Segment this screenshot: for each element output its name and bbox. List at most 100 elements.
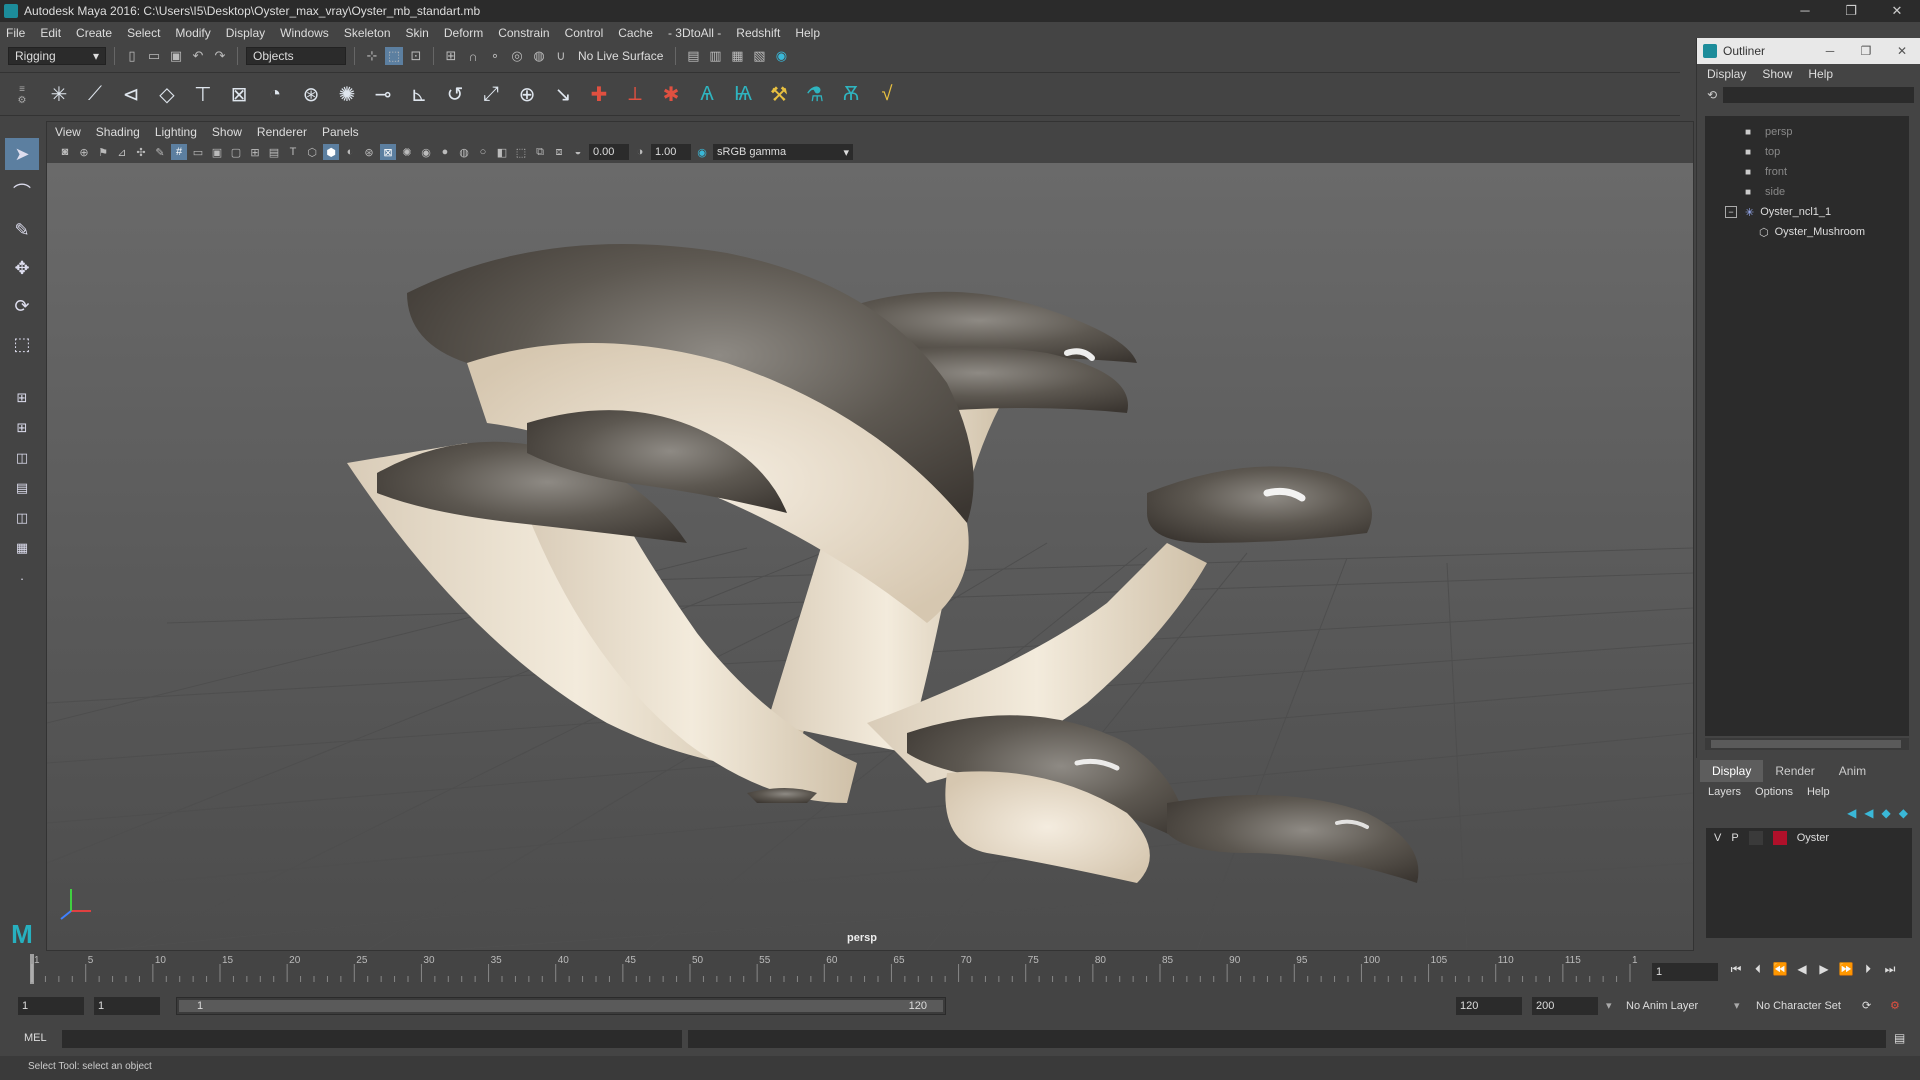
outliner-item-persp[interactable]: ■ persp: [1705, 122, 1909, 142]
move-layer-up-icon[interactable]: ◀: [1847, 806, 1856, 820]
current-frame-field[interactable]: 1: [1652, 963, 1718, 981]
menu-set-dropdown[interactable]: Rigging ▾: [8, 47, 106, 65]
play-forwards-icon[interactable]: ▶: [1816, 962, 1832, 980]
hypershade-icon[interactable]: ◉: [772, 47, 790, 65]
script-editor-icon[interactable]: ▤: [1894, 1031, 1910, 1047]
single-perspective-layout-icon[interactable]: ⊞: [5, 386, 39, 410]
cluster-icon[interactable]: ✺: [332, 79, 362, 109]
persp-graph-layout-icon[interactable]: ▤: [5, 476, 39, 500]
move-tool-icon[interactable]: ✥: [5, 252, 39, 284]
live-surface-label[interactable]: No Live Surface: [574, 49, 667, 63]
grid-icon[interactable]: #: [171, 144, 187, 160]
outliner-maximize-button[interactable]: ❐: [1848, 44, 1884, 58]
tab-anim[interactable]: Anim: [1827, 760, 1878, 782]
isolate-select-icon[interactable]: ◧: [494, 144, 510, 160]
script-language-label[interactable]: MEL: [24, 1032, 47, 1044]
lights-icon[interactable]: ⊠: [380, 144, 396, 160]
pole-vector-icon[interactable]: ↘: [548, 79, 578, 109]
lattice-icon[interactable]: ⊛: [296, 79, 326, 109]
step-back-key-icon[interactable]: ⏪: [1772, 962, 1788, 980]
camera-attributes-icon[interactable]: ◙: [57, 144, 73, 160]
move-layer-down-icon[interactable]: ◀: [1864, 806, 1873, 820]
two-d-pan-icon[interactable]: ✣: [133, 144, 149, 160]
chevron-down-icon[interactable]: ▾: [1734, 997, 1740, 1015]
step-forward-frame-icon[interactable]: ⏵: [1860, 962, 1876, 980]
xray-icon[interactable]: ⬚: [513, 144, 529, 160]
snap-view-icon[interactable]: ◎: [508, 47, 526, 65]
snap-surface-icon[interactable]: ◍: [530, 47, 548, 65]
panel-menu-view[interactable]: View: [55, 125, 81, 139]
skin-tool-icon[interactable]: Ѫ: [836, 79, 866, 109]
rotate-tool-icon[interactable]: ⟳: [5, 290, 39, 322]
select-tool-icon[interactable]: ➤: [5, 138, 39, 170]
outliner-horizontal-scrollbar[interactable]: [1705, 738, 1909, 750]
locator-icon[interactable]: ✚: [584, 79, 614, 109]
menu-select[interactable]: Select: [127, 26, 160, 40]
multisample-icon[interactable]: ◍: [456, 144, 472, 160]
outliner-item-group[interactable]: − ✳ Oyster_ncl1_1: [1705, 202, 1909, 222]
menu-3dtoall[interactable]: - 3DtoAll -: [668, 26, 721, 40]
shade-wire-icon[interactable]: ◐: [342, 144, 358, 160]
ipr-render-icon[interactable]: ▦: [728, 47, 746, 65]
layer-row-oyster[interactable]: V P Oyster: [1706, 828, 1912, 848]
close-button[interactable]: ✕: [1874, 3, 1920, 19]
menu-skin[interactable]: Skin: [406, 26, 429, 40]
current-time-marker[interactable]: [30, 954, 34, 984]
control-icon[interactable]: ✱: [656, 79, 686, 109]
scale-tool-icon[interactable]: ⬚: [5, 328, 39, 360]
magnet-icon[interactable]: ∪: [552, 47, 570, 65]
menu-redshift[interactable]: Redshift: [736, 26, 780, 40]
panel-menu-lighting[interactable]: Lighting: [155, 125, 197, 139]
camera-tools-icon[interactable]: ⊕: [76, 144, 92, 160]
paint-weights-icon[interactable]: ⚒: [764, 79, 794, 109]
character-set-dropdown[interactable]: No Character Set: [1756, 997, 1841, 1015]
image-plane-icon[interactable]: ⊿: [114, 144, 130, 160]
render-frame-icon[interactable]: ▥: [706, 47, 724, 65]
new-scene-icon[interactable]: ▯: [123, 47, 141, 65]
step-back-frame-icon[interactable]: ⏴: [1750, 962, 1766, 980]
motion-blur-icon[interactable]: ●: [437, 144, 453, 160]
command-input[interactable]: [62, 1030, 682, 1048]
joint-tool-icon[interactable]: ✳: [44, 79, 74, 109]
playback-end-field[interactable]: 120: [1456, 997, 1522, 1015]
range-slider-handle[interactable]: [179, 1000, 943, 1012]
wireframe-icon[interactable]: ⬡: [304, 144, 320, 160]
go-to-start-icon[interactable]: ⏮: [1728, 962, 1744, 980]
menu-modify[interactable]: Modify: [175, 26, 210, 40]
menu-edit[interactable]: Edit: [40, 26, 61, 40]
insert-joint-icon[interactable]: ◇: [152, 79, 182, 109]
layer-display-type[interactable]: [1748, 831, 1763, 845]
ik-handle-icon[interactable]: ⟋: [80, 79, 110, 109]
gate-mask-icon[interactable]: ▢: [228, 144, 244, 160]
parent-constraint-icon[interactable]: ⊕: [512, 79, 542, 109]
film-gate-icon[interactable]: ▭: [190, 144, 206, 160]
outliner-menu-display[interactable]: Display: [1707, 67, 1746, 81]
animation-end-field[interactable]: 200: [1532, 997, 1598, 1015]
curve-warp-icon[interactable]: √: [872, 79, 902, 109]
layer-menu-help[interactable]: Help: [1807, 786, 1830, 798]
grease-pencil-icon[interactable]: ✎: [152, 144, 168, 160]
gamma-field[interactable]: 1.00: [651, 144, 691, 160]
menu-deform[interactable]: Deform: [444, 26, 483, 40]
undo-icon[interactable]: ↶: [189, 47, 207, 65]
outliner-menu-show[interactable]: Show: [1762, 67, 1792, 81]
chevron-down-icon[interactable]: ▾: [1606, 997, 1612, 1015]
snap-curve-icon[interactable]: ∩: [464, 47, 482, 65]
field-chart-icon[interactable]: ⊞: [247, 144, 263, 160]
menu-display[interactable]: Display: [226, 26, 265, 40]
panel-menu-renderer[interactable]: Renderer: [257, 125, 307, 139]
menu-constrain[interactable]: Constrain: [498, 26, 549, 40]
time-ruler[interactable]: 1 5 10 15 20 25 30 35 40 45 50 55 60 65 70 75 80 85 90 95 10…: [28, 952, 1638, 988]
outliner-item-side[interactable]: ■ side: [1705, 182, 1909, 202]
aim-constraint-icon[interactable]: ⊾: [404, 79, 434, 109]
selection-mode-dropdown[interactable]: Objects: [246, 47, 346, 65]
render-view-icon[interactable]: ▧: [750, 47, 768, 65]
select-component-icon[interactable]: ⊡: [407, 47, 425, 65]
hik-icon[interactable]: Ѧ: [692, 79, 722, 109]
gamma-icon[interactable]: ◑: [632, 144, 648, 160]
layer-menu-options[interactable]: Options: [1755, 786, 1793, 798]
maximize-button[interactable]: ❐: [1828, 3, 1874, 19]
hik-control-icon[interactable]: Ѩ: [728, 79, 758, 109]
step-forward-key-icon[interactable]: ⏩: [1838, 962, 1854, 980]
menu-skeleton[interactable]: Skeleton: [344, 26, 391, 40]
